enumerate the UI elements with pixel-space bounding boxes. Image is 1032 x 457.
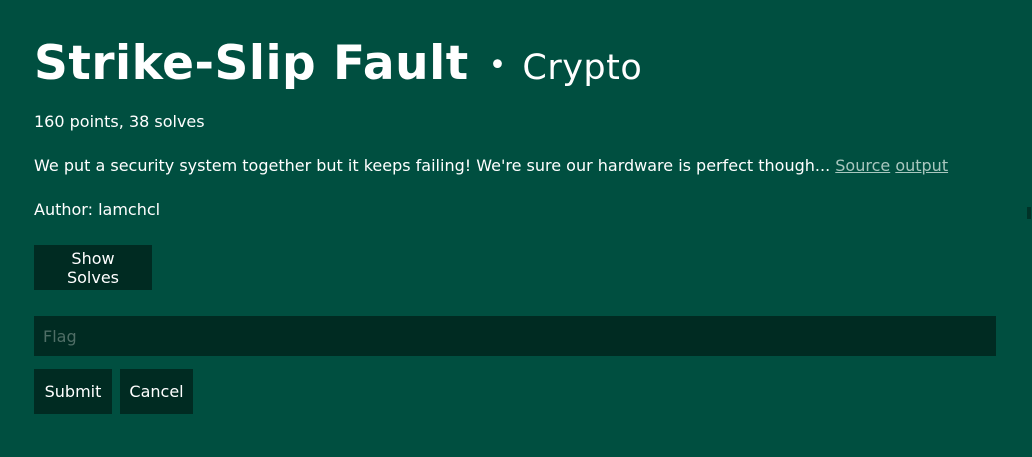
challenge-author: Author: lamchcl [34,200,161,219]
submit-button[interactable]: Submit [34,369,112,414]
show-solves-button[interactable]: Show Solves [34,245,152,290]
challenge-title: Strike-Slip Fault [34,36,469,91]
flag-input[interactable] [34,316,996,356]
description-text: We put a security system together but it… [34,156,831,175]
title-row: Strike-Slip Fault • Crypto [34,36,642,92]
challenge-description: We put a security system together but it… [34,155,948,177]
challenge-panel: Strike-Slip Fault • Crypto 160 points, 3… [0,0,1032,457]
output-link[interactable]: output [895,156,948,175]
challenge-stats: 160 points, 38 solves [34,112,205,131]
scrollbar-edge [1027,207,1031,219]
title-separator: • [488,48,507,83]
challenge-category: Crypto [522,48,643,88]
cancel-button[interactable]: Cancel [120,369,193,414]
source-link[interactable]: Source [835,156,890,175]
